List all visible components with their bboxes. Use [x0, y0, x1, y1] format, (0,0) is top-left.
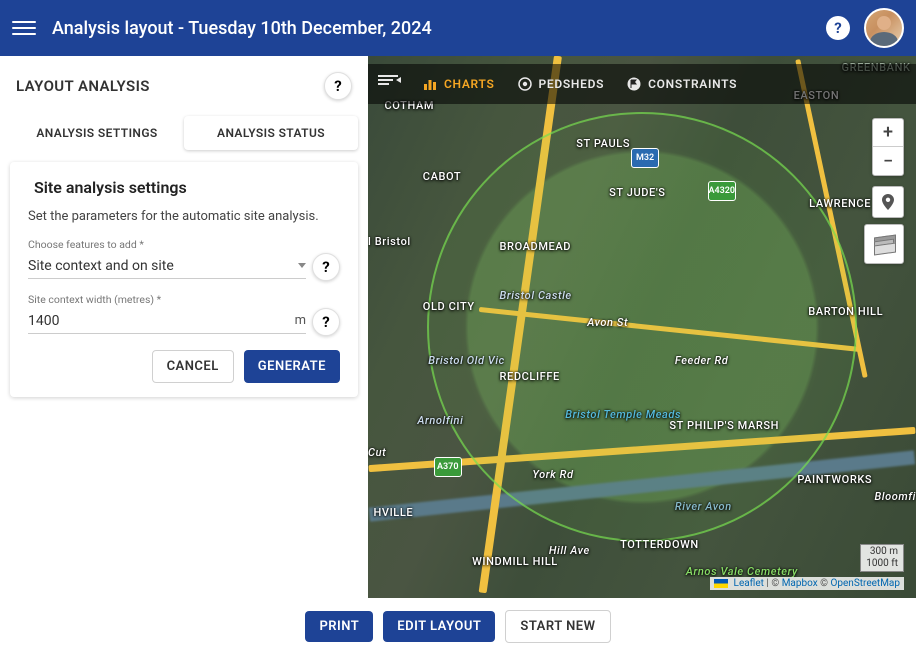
- place-label: l Bristol: [368, 235, 411, 248]
- place-label: WINDMILL HILL: [472, 555, 558, 568]
- cancel-button[interactable]: CANCEL: [152, 350, 234, 383]
- bar-chart-icon: [422, 76, 438, 92]
- map-area[interactable]: M32 A4320 A370 COTHAM ST PAULS EASTON GR…: [368, 56, 916, 598]
- analysis-radius-circle: [427, 112, 857, 542]
- location-pin-icon: [882, 194, 894, 210]
- constraints-tab[interactable]: CONSTRAINTS: [626, 76, 737, 92]
- width-unit: m: [295, 313, 306, 328]
- width-input-wrap: m: [28, 311, 306, 334]
- legend-collapse-icon[interactable]: [378, 75, 400, 93]
- settings-card: Site analysis settings Set the parameter…: [10, 162, 358, 397]
- place-label: Cut: [368, 446, 386, 459]
- place-label: Bloomfi: [874, 490, 916, 503]
- card-description: Set the parameters for the automatic sit…: [28, 209, 340, 224]
- generate-button[interactable]: GENERATE: [244, 350, 340, 383]
- leaflet-link[interactable]: Leaflet: [731, 578, 764, 589]
- place-label: OLD CITY: [423, 300, 475, 313]
- side-panel: LAYOUT ANALYSIS ? ANALYSIS SETTINGS ANAL…: [0, 56, 368, 598]
- card-heading: Site analysis settings: [28, 178, 340, 197]
- scale-control: 300 m 1000 ft: [860, 544, 904, 572]
- width-help-icon[interactable]: ?: [312, 308, 340, 336]
- menu-icon[interactable]: [12, 16, 36, 40]
- print-button[interactable]: PRINT: [305, 611, 373, 642]
- app-bar: Analysis layout - Tuesday 10th December,…: [0, 0, 916, 56]
- place-label: CABOT: [423, 170, 461, 183]
- features-value: Site context and on site: [28, 258, 174, 274]
- place-label: ST JUDE'S: [609, 186, 665, 199]
- width-label: Site context width (metres) *: [28, 293, 340, 306]
- location-button[interactable]: [872, 186, 904, 218]
- place-label: REDCLIFFE: [500, 370, 560, 383]
- map-background: M32 A4320 A370 COTHAM ST PAULS EASTON GR…: [368, 56, 916, 598]
- place-label: Arnolfini: [417, 414, 463, 427]
- place-label: Bristol Old Vic: [428, 354, 505, 367]
- panel-title: LAYOUT ANALYSIS: [16, 77, 150, 95]
- place-label: ST PHILIP'S MARSH: [669, 419, 779, 432]
- map-attribution: Leaflet | © Mapbox © OpenStreetMap: [710, 577, 904, 590]
- scale-imperial: 1000 ft: [866, 558, 898, 570]
- road-shield-a370: A370: [434, 457, 462, 477]
- constraints-label: CONSTRAINTS: [648, 77, 737, 91]
- edit-layout-button[interactable]: EDIT LAYOUT: [383, 611, 495, 642]
- tab-analysis-settings[interactable]: ANALYSIS SETTINGS: [10, 116, 184, 150]
- place-label: Bristol Temple Meads: [565, 408, 681, 421]
- place-label: BARTON HILL: [808, 305, 883, 318]
- features-label: Choose features to add *: [28, 238, 340, 251]
- ukraine-flag-icon: [714, 579, 728, 588]
- width-input[interactable]: [28, 313, 291, 329]
- charts-tab[interactable]: CHARTS: [422, 76, 495, 92]
- place-label: Feeder Rd: [675, 354, 729, 367]
- avatar[interactable]: [864, 8, 904, 48]
- chevron-down-icon: [298, 263, 306, 268]
- target-icon: [517, 76, 533, 92]
- road-shield-m32: M32: [631, 148, 659, 168]
- place-label: TOTTERDOWN: [620, 538, 699, 551]
- help-icon[interactable]: ?: [826, 16, 850, 40]
- features-help-icon[interactable]: ?: [312, 253, 340, 281]
- pedsheds-tab[interactable]: PEDSHEDS: [517, 76, 605, 92]
- road-shield-a4320: A4320: [708, 181, 736, 201]
- place-label: York Rd: [532, 468, 573, 481]
- charts-label: CHARTS: [444, 77, 495, 91]
- map-toolbar: CHARTS PEDSHEDS CONSTRAINTS: [368, 64, 916, 104]
- scale-metric: 300 m: [866, 546, 898, 558]
- layers-button[interactable]: [864, 224, 904, 264]
- panel-help-icon[interactable]: ?: [324, 72, 352, 100]
- place-label: ST PAULS: [576, 137, 630, 150]
- mapbox-link[interactable]: Mapbox: [782, 578, 818, 589]
- zoom-control: + −: [872, 118, 904, 176]
- tab-analysis-status[interactable]: ANALYSIS STATUS: [184, 116, 358, 150]
- pedsheds-label: PEDSHEDS: [539, 77, 605, 91]
- place-label: Avon St: [587, 316, 628, 329]
- place-label: BROADMEAD: [500, 240, 572, 253]
- zoom-in-button[interactable]: +: [873, 119, 903, 147]
- place-label: Bristol Castle: [500, 289, 572, 302]
- flag-icon: [626, 76, 642, 92]
- place-label: Hill Ave: [549, 544, 590, 557]
- place-label: HVILLE: [373, 506, 413, 519]
- layers-icon: [874, 236, 894, 252]
- zoom-out-button[interactable]: −: [873, 147, 903, 175]
- tabs-row: ANALYSIS SETTINGS ANALYSIS STATUS: [10, 116, 358, 150]
- page-title: Analysis layout - Tuesday 10th December,…: [52, 18, 826, 39]
- features-select[interactable]: Site context and on site: [28, 256, 306, 279]
- osm-link[interactable]: OpenStreetMap: [831, 578, 901, 589]
- start-new-button[interactable]: START NEW: [505, 610, 610, 643]
- place-label: PAINTWORKS: [797, 473, 872, 486]
- place-label: River Avon: [675, 500, 732, 513]
- footer-bar: PRINT EDIT LAYOUT START NEW: [0, 598, 916, 654]
